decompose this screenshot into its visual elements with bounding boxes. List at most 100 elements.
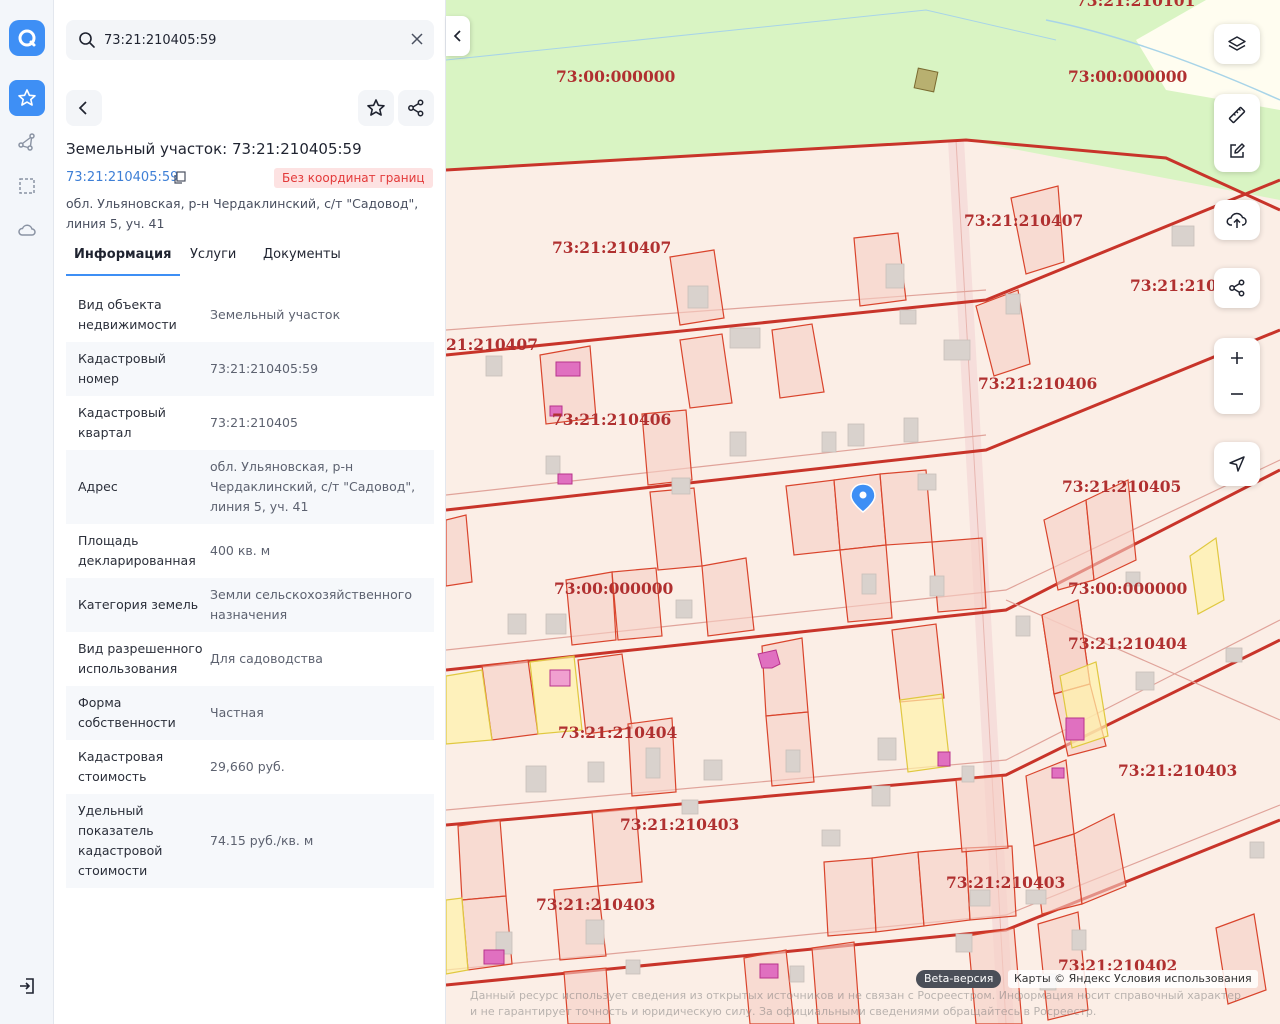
- left-rail: [0, 0, 54, 1024]
- table-row: Удельный показатель кадастровой стоимост…: [66, 794, 434, 888]
- row-label: Вид разрешенного использования: [78, 641, 203, 676]
- table-row: Форма собственности Частная: [66, 686, 434, 740]
- table-row: Кадастровый номер 73:21:210405:59: [66, 342, 434, 396]
- selection-button[interactable]: [9, 168, 45, 204]
- map-label: 73:21:210404: [1068, 634, 1188, 653]
- object-title: Земельный участок: 73:21:210405:59: [66, 140, 362, 158]
- beta-badge: Beta-версия: [916, 970, 1002, 988]
- map-label: 73:21:210: [1130, 276, 1217, 295]
- map-label: 73:21:210403: [536, 895, 655, 914]
- row-value: Частная: [210, 705, 264, 720]
- row-value: 29,660 руб.: [210, 759, 285, 774]
- map-label: 73:21:210407: [552, 238, 671, 257]
- row-label: Форма собственности: [78, 695, 176, 730]
- object-address: обл. Ульяновская, р-н Чердаклинский, с/т…: [66, 196, 419, 231]
- table-row: Вид объекта недвижимости Земельный участо…: [66, 288, 434, 342]
- tabs: Информация Услуги Документы: [66, 244, 434, 276]
- table-row: Категория земель Земли сельскохозяйственн…: [66, 578, 434, 632]
- map-label: 73:21:210405: [1062, 477, 1181, 496]
- map-label: 73:21:210406: [978, 374, 1097, 393]
- table-row: Вид разрешенного использования Для садово…: [66, 632, 434, 686]
- search-bar: [66, 20, 434, 60]
- locate-control[interactable]: [1214, 442, 1260, 486]
- map-label: 73:21:210403: [1118, 761, 1237, 780]
- map-label: 73:21:210403: [620, 815, 739, 834]
- zoom-in-icon: [1231, 352, 1243, 364]
- tools-control: [1214, 94, 1260, 172]
- clear-search-icon[interactable]: [410, 32, 424, 46]
- favorites-button[interactable]: [9, 80, 45, 116]
- upload-control[interactable]: [1214, 200, 1260, 240]
- disclaimer-text: Данный ресурс использует сведения из отк…: [470, 989, 1242, 1018]
- edit-button[interactable]: [1214, 133, 1260, 169]
- row-label: Кадастровая стоимость: [78, 749, 164, 784]
- row-value: 73:21:210405:59: [210, 361, 319, 376]
- map-label: 73:00:000000: [1068, 579, 1188, 598]
- status-badge: Без координат границ: [274, 168, 433, 188]
- map-share-button[interactable]: [1214, 268, 1260, 308]
- zoom-in-button[interactable]: [1214, 340, 1260, 376]
- map-label: 73:00:000000: [1068, 67, 1188, 86]
- locate-icon: [1229, 456, 1245, 472]
- info-panel: Земельный участок: 73:21:210405:59 73:21…: [54, 0, 446, 1024]
- search-icon: [79, 32, 95, 48]
- back-button[interactable]: [66, 90, 102, 126]
- map-label: 73:21:210403: [946, 873, 1065, 892]
- map-label: 73:21:210406: [552, 410, 671, 429]
- row-value: 400 кв. м: [210, 543, 271, 558]
- zoom-out-button[interactable]: [1214, 376, 1260, 412]
- cloud-button[interactable]: [9, 212, 45, 248]
- map-label: 73:21:210404: [558, 723, 678, 742]
- map-label: 73:00:000000: [554, 579, 674, 598]
- row-label: Кадастровый квартал: [78, 405, 166, 440]
- share-icon: [408, 99, 424, 117]
- tab-services[interactable]: Услуги: [190, 244, 236, 276]
- row-label: Площадь декларированная: [78, 533, 196, 568]
- map-label: 73:21:210101: [1076, 0, 1195, 10]
- cadastral-map[interactable]: 73:00:000000 73:00:000000 73:21:210101 7…: [446, 0, 1280, 1024]
- star-icon: [367, 99, 385, 116]
- tab-documents[interactable]: Документы: [263, 244, 341, 276]
- logout-icon: [20, 978, 34, 994]
- favorite-button[interactable]: [358, 90, 394, 126]
- layers-control[interactable]: [1214, 24, 1260, 64]
- map-label: 73:21:210407: [964, 211, 1083, 230]
- zoom-out-icon: [1231, 393, 1243, 395]
- selection-icon: [19, 178, 35, 194]
- layers-icon: [1228, 36, 1246, 51]
- table-row: Площадь декларированная 400 кв. м: [66, 524, 434, 578]
- map-attribution[interactable]: Карты © Яндекс Условия использования: [1008, 970, 1258, 988]
- share-icon: [1229, 279, 1245, 297]
- row-value: Земельный участок: [210, 307, 341, 322]
- share-button[interactable]: [398, 90, 434, 126]
- row-value: Земли сельскохозяйственного назначения: [210, 587, 412, 622]
- layers-button[interactable]: [1214, 24, 1260, 64]
- row-label: Удельный показатель кадастровой стоимост…: [78, 803, 163, 878]
- map-label: 73:00:000000: [556, 67, 676, 86]
- search-input[interactable]: [104, 20, 394, 60]
- route-icon: [18, 133, 35, 151]
- locate-button[interactable]: [1214, 442, 1260, 486]
- map-share-control[interactable]: [1214, 268, 1260, 308]
- logout-button[interactable]: [9, 968, 45, 1004]
- row-label: Адрес: [78, 479, 118, 494]
- tab-information[interactable]: Информация: [66, 244, 180, 276]
- ruler-button[interactable]: [1214, 97, 1260, 133]
- route-button[interactable]: [9, 124, 45, 160]
- cloud-icon: [18, 224, 36, 236]
- cadastral-number-link[interactable]: 73:21:210405:59: [66, 170, 178, 185]
- info-table: Вид объекта недвижимости Земельный участо…: [66, 288, 434, 888]
- row-value: 73:21:210405: [210, 415, 298, 430]
- copy-icon[interactable]: [174, 171, 186, 184]
- table-row: Кадастровый квартал 73:21:210405: [66, 396, 434, 450]
- logo-icon[interactable]: [9, 20, 45, 56]
- table-row: Кадастровая стоимость 29,660 руб.: [66, 740, 434, 794]
- edit-icon: [1230, 143, 1245, 158]
- map-canvas[interactable]: 73:00:000000 73:00:000000 73:21:210101 7…: [446, 0, 1280, 1024]
- upload-button[interactable]: [1214, 200, 1260, 240]
- collapse-panel-button[interactable]: [446, 16, 470, 56]
- ruler-icon: [1228, 106, 1246, 124]
- row-value: Для садоводства: [210, 651, 323, 666]
- small-plot: [913, 67, 939, 93]
- row-label: Кадастровый номер: [78, 351, 166, 386]
